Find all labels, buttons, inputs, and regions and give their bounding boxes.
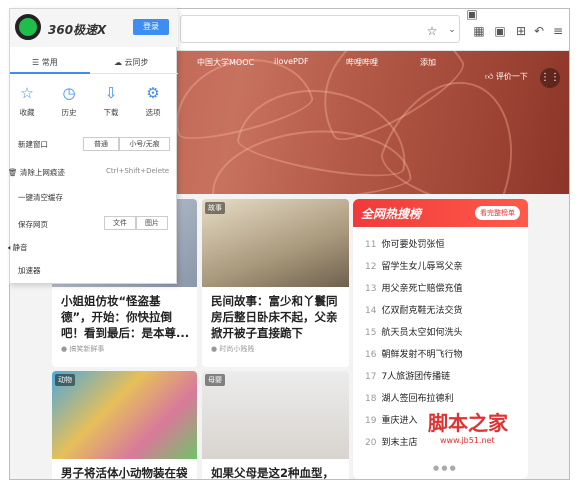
hot-search-header: 全网热搜榜 看完整榜单 bbox=[353, 199, 528, 227]
hot-item[interactable]: 20 到末主店 bbox=[365, 435, 417, 448]
bookmark-mooc[interactable]: 中国大学MOOC bbox=[197, 57, 254, 68]
hot-item[interactable]: 14 亿双耐克鞋无法交货 bbox=[365, 303, 462, 316]
weather-widget[interactable]: 👍︎ 评价一下 bbox=[485, 71, 528, 82]
popup-header: 360极速X 登录 bbox=[10, 9, 178, 47]
new-window-incognito[interactable]: 小号/无痕 bbox=[119, 137, 170, 151]
star-icon[interactable]: ☆ bbox=[425, 24, 439, 38]
active-tab-indicator bbox=[10, 72, 90, 74]
trash-icon: 🗑︎ bbox=[8, 168, 18, 177]
menu-icon[interactable]: ≡ bbox=[551, 24, 565, 38]
logo-icon bbox=[15, 14, 41, 40]
options-button[interactable]: ⚙ 选项 bbox=[138, 84, 168, 118]
tab-common[interactable]: ☰ 常用 bbox=[32, 57, 58, 68]
hot-item[interactable]: 12 留学生女儿辱骂父亲 bbox=[365, 259, 462, 272]
card-tag: 母婴 bbox=[205, 374, 225, 386]
weather-label: 评价一下 bbox=[495, 72, 528, 81]
popup-tabs: ☰ 常用 ☁ 云同步 bbox=[10, 52, 178, 74]
brand-name: 360极速X bbox=[48, 23, 107, 37]
watermark-url: www.jb51.net bbox=[440, 436, 495, 445]
star-icon: ☆ bbox=[20, 84, 34, 102]
browser-menu-popup: 360极速X 登录 ☰ 常用 ☁ 云同步 ☆ 收藏 ◷ 历史 ⇩ 下载 ⚙ 选项 新建窗… bbox=[8, 8, 178, 284]
thumb-icon: 👍︎ bbox=[485, 72, 494, 81]
favorites-button[interactable]: ☆ 收藏 bbox=[12, 84, 42, 118]
clear-shortcut: Ctrl+Shift+Delete bbox=[106, 167, 170, 175]
clock-icon: ◷ bbox=[62, 84, 76, 102]
news-card[interactable]: 故事 民间故事：富少和丫鬟同房后整日卧床不起，父亲掀开被子直接跪下 ● 时尚小贱… bbox=[202, 199, 349, 367]
save-as-file[interactable]: 文件 bbox=[104, 216, 136, 230]
apps-button[interactable]: ⋮⋮ bbox=[540, 68, 560, 88]
extensions-icon[interactable]: ⊞ bbox=[514, 24, 528, 38]
watermark-text: 脚本之家 bbox=[428, 411, 508, 435]
save-page-label: 保存网页 bbox=[18, 220, 48, 229]
accelerator-item[interactable]: 加速器 bbox=[18, 265, 41, 276]
tab-cloud-sync[interactable]: ☁ 云同步 bbox=[114, 57, 149, 68]
hot-item[interactable]: 13 用父亲死亡赔偿充值 bbox=[365, 281, 462, 294]
card-title[interactable]: 男子将活体小动物装在袋 bbox=[61, 465, 191, 479]
download-icon: ⇩ bbox=[104, 84, 118, 102]
full-list-button[interactable]: 看完整榜单 bbox=[475, 206, 520, 220]
chevron-down-icon[interactable]: ⌄ bbox=[445, 23, 459, 37]
hot-item[interactable]: 19 重庆进入 bbox=[365, 413, 417, 426]
card-tag: 动物 bbox=[55, 374, 75, 386]
bookmark-bilibili[interactable]: 哔哩哔哩 bbox=[346, 57, 378, 68]
list-icon: ☰ bbox=[32, 58, 42, 67]
mute-item[interactable]: 🔈︎静音 bbox=[8, 242, 28, 253]
new-window-label: 新建窗口 bbox=[18, 140, 48, 149]
cloud-icon: ☁ bbox=[114, 58, 125, 67]
hot-item[interactable]: 16 朝鲜发射不明飞行物 bbox=[365, 347, 462, 360]
gear-icon: ⚙ bbox=[146, 84, 160, 102]
hot-item[interactable]: 11 你可要处罚张恒 bbox=[365, 237, 444, 250]
address-bar[interactable] bbox=[180, 15, 460, 43]
card-source: ● 时尚小贱贱 bbox=[211, 345, 255, 353]
back-icon[interactable]: ↶ bbox=[532, 24, 546, 38]
news-card[interactable]: 母婴 如果父母是这2种血型， bbox=[202, 371, 349, 479]
downloads-button[interactable]: ⇩ 下载 bbox=[96, 84, 126, 118]
pager-dots[interactable]: ● ● ● bbox=[433, 464, 456, 472]
login-button[interactable]: 登录 bbox=[133, 19, 169, 35]
hot-item[interactable]: 18 湖人签回布拉德利 bbox=[365, 391, 453, 404]
card-title[interactable]: 如果父母是这2种血型， bbox=[211, 465, 343, 479]
tab-icon[interactable]: ▣ bbox=[465, 9, 479, 21]
news-card[interactable]: 动物 男子将活体小动物装在袋 bbox=[52, 371, 197, 479]
hot-item[interactable]: 15 航天员太空如何洗头 bbox=[365, 325, 462, 338]
card-title[interactable]: 小姐姐仿妆“怪盗基德”，开始：你快拉倒吧！看到最后：是本尊... bbox=[61, 293, 191, 341]
card-tag: 故事 bbox=[205, 202, 225, 214]
clear-history-item[interactable]: 🗑︎ 清除上网痕迹 bbox=[8, 167, 65, 178]
hot-search-title: 全网热搜榜 bbox=[361, 207, 422, 221]
sidebar-icon[interactable]: ▣ bbox=[493, 24, 507, 38]
bookmark-add[interactable]: 添加 bbox=[420, 57, 436, 68]
grid-icon[interactable]: ▦ bbox=[472, 24, 486, 38]
save-as-image[interactable]: 图片 bbox=[136, 216, 168, 230]
bookmark-ilovepdf[interactable]: ilovePDF bbox=[274, 57, 309, 66]
card-title[interactable]: 民间故事：富少和丫鬟同房后整日卧床不起，父亲掀开被子直接跪下 bbox=[211, 293, 343, 341]
hot-item[interactable]: 17 7人旅游团传播链 bbox=[365, 369, 450, 382]
clear-cache-item[interactable]: 一键清空缓存 bbox=[18, 192, 63, 203]
new-window-normal[interactable]: 普通 bbox=[83, 137, 119, 151]
history-button[interactable]: ◷ 历史 bbox=[54, 84, 84, 118]
card-source: ● 搞笑新鲜事 bbox=[61, 345, 105, 353]
